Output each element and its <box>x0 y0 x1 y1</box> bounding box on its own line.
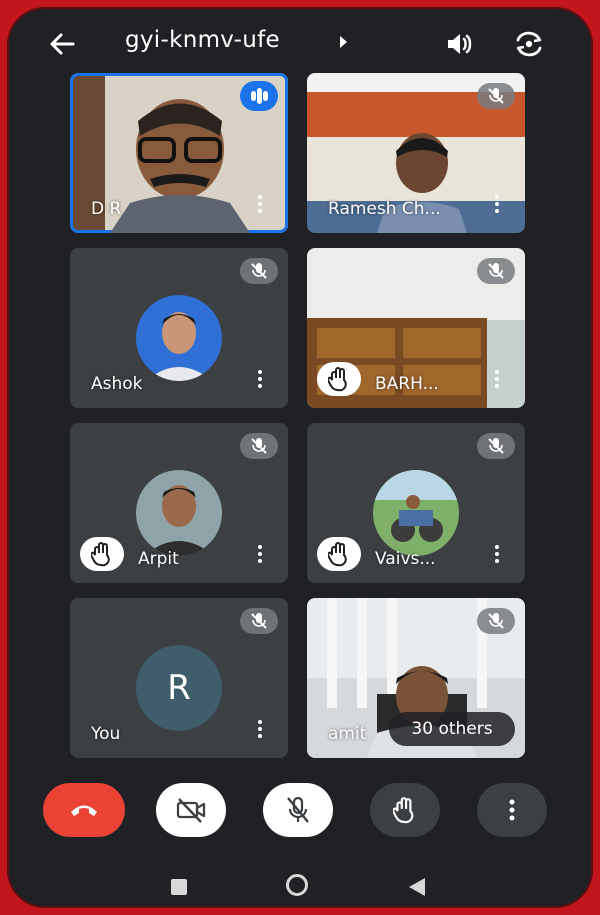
participant-tile-self[interactable]: R You <box>70 598 288 758</box>
switch-camera-icon[interactable] <box>513 29 545 59</box>
back-arrow-icon[interactable] <box>47 29 77 59</box>
mic-off-icon <box>240 608 278 634</box>
participant-tile[interactable]: Ashok <box>70 248 288 408</box>
avatar <box>136 470 222 556</box>
participant-tile[interactable]: D R <box>70 73 288 233</box>
camera-toggle-button[interactable] <box>156 783 226 837</box>
top-bar: gyi-knmv-ufe <box>7 7 593 77</box>
more-vert-icon[interactable] <box>495 195 499 213</box>
participant-name: Vaivs... <box>375 549 436 569</box>
participant-name: Ashok <box>91 374 143 394</box>
mic-off-icon <box>240 258 278 284</box>
speaker-icon[interactable] <box>444 29 474 59</box>
avatar <box>136 295 222 381</box>
end-call-button[interactable] <box>43 783 125 837</box>
raised-hand-icon <box>80 537 124 571</box>
raise-hand-button[interactable] <box>370 783 440 837</box>
participant-name: D R <box>91 199 122 219</box>
back-nav-icon[interactable] <box>409 878 425 896</box>
meet-call-screen: gyi-knmv-ufe D R Ramesh Ch... Ashok BARH… <box>7 7 593 908</box>
participant-name: Arpit <box>138 549 179 569</box>
more-options-button[interactable] <box>477 783 547 837</box>
participant-tile[interactable]: amit 30 others <box>307 598 525 758</box>
mic-off-icon <box>287 796 309 823</box>
mic-off-icon <box>477 608 515 634</box>
participant-tile[interactable]: Vaivs... <box>307 423 525 583</box>
raised-hand-icon <box>317 537 361 571</box>
participant-name: amit <box>328 724 367 744</box>
participant-name: Ramesh Ch... <box>328 199 441 219</box>
participant-tile[interactable]: Ramesh Ch... <box>307 73 525 233</box>
participant-tile[interactable]: Arpit <box>70 423 288 583</box>
avatar: R <box>136 645 222 731</box>
mic-off-icon <box>477 83 515 109</box>
participant-name: You <box>91 724 121 744</box>
more-vert-icon[interactable] <box>495 545 499 563</box>
more-vert-icon[interactable] <box>258 195 262 213</box>
recents-nav-icon[interactable] <box>171 879 187 895</box>
more-vert-icon[interactable] <box>258 370 262 388</box>
participant-video <box>110 99 250 233</box>
speaking-indicator-icon <box>240 81 278 111</box>
avatar <box>373 470 459 556</box>
more-vert-icon[interactable] <box>495 370 499 388</box>
hand-icon <box>393 797 414 824</box>
home-nav-icon[interactable] <box>286 874 308 896</box>
more-vert-icon[interactable] <box>258 545 262 563</box>
caret-right-icon[interactable] <box>340 36 347 48</box>
phone-hangup-icon <box>71 805 97 816</box>
participant-name: BARH... <box>375 374 439 394</box>
others-chip[interactable]: 30 others <box>389 712 515 746</box>
more-vert-icon <box>509 799 515 821</box>
meeting-code[interactable]: gyi-knmv-ufe <box>125 27 280 53</box>
more-vert-icon[interactable] <box>258 720 262 738</box>
mic-off-icon <box>240 433 278 459</box>
mic-toggle-button[interactable] <box>263 783 333 837</box>
mic-off-icon <box>477 433 515 459</box>
mic-off-icon <box>477 258 515 284</box>
camera-off-icon <box>176 798 206 823</box>
participant-tile[interactable]: BARH... <box>307 248 525 408</box>
raised-hand-icon <box>317 362 361 396</box>
